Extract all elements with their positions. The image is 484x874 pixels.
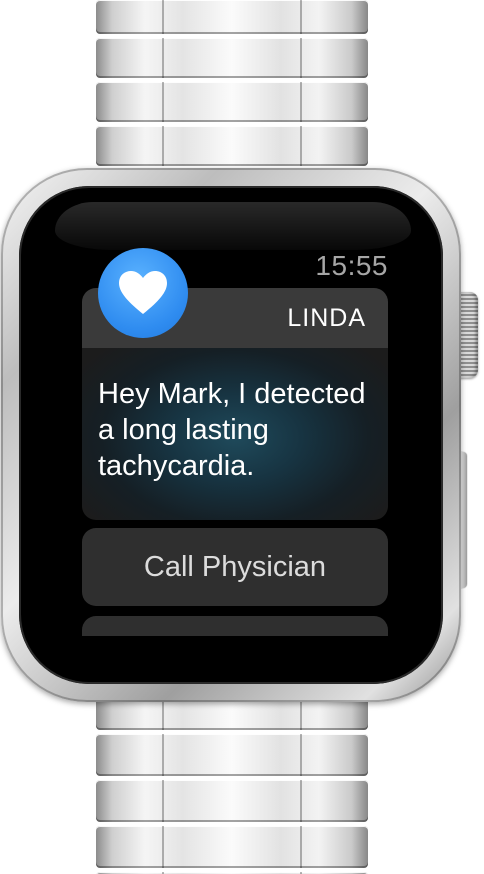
heart-icon (119, 271, 167, 314)
notification-card[interactable]: Hey Mark, I detected a long lasting tach… (82, 348, 388, 520)
status-time: 15:55 (315, 250, 388, 281)
secondary-action-button[interactable] (82, 616, 388, 636)
watch-band-bottom (96, 688, 368, 874)
app-icon (98, 248, 188, 338)
call-physician-button[interactable]: Call Physician (82, 528, 388, 606)
watch-screen: 15:55 LINDA Hey Mark, I detected a long … (60, 230, 410, 636)
app-name: LINDA (287, 304, 366, 332)
watch-mockup: 15:55 LINDA Hey Mark, I detected a long … (0, 0, 484, 874)
notification-message: Hey Mark, I detected a long lasting tach… (98, 378, 366, 482)
